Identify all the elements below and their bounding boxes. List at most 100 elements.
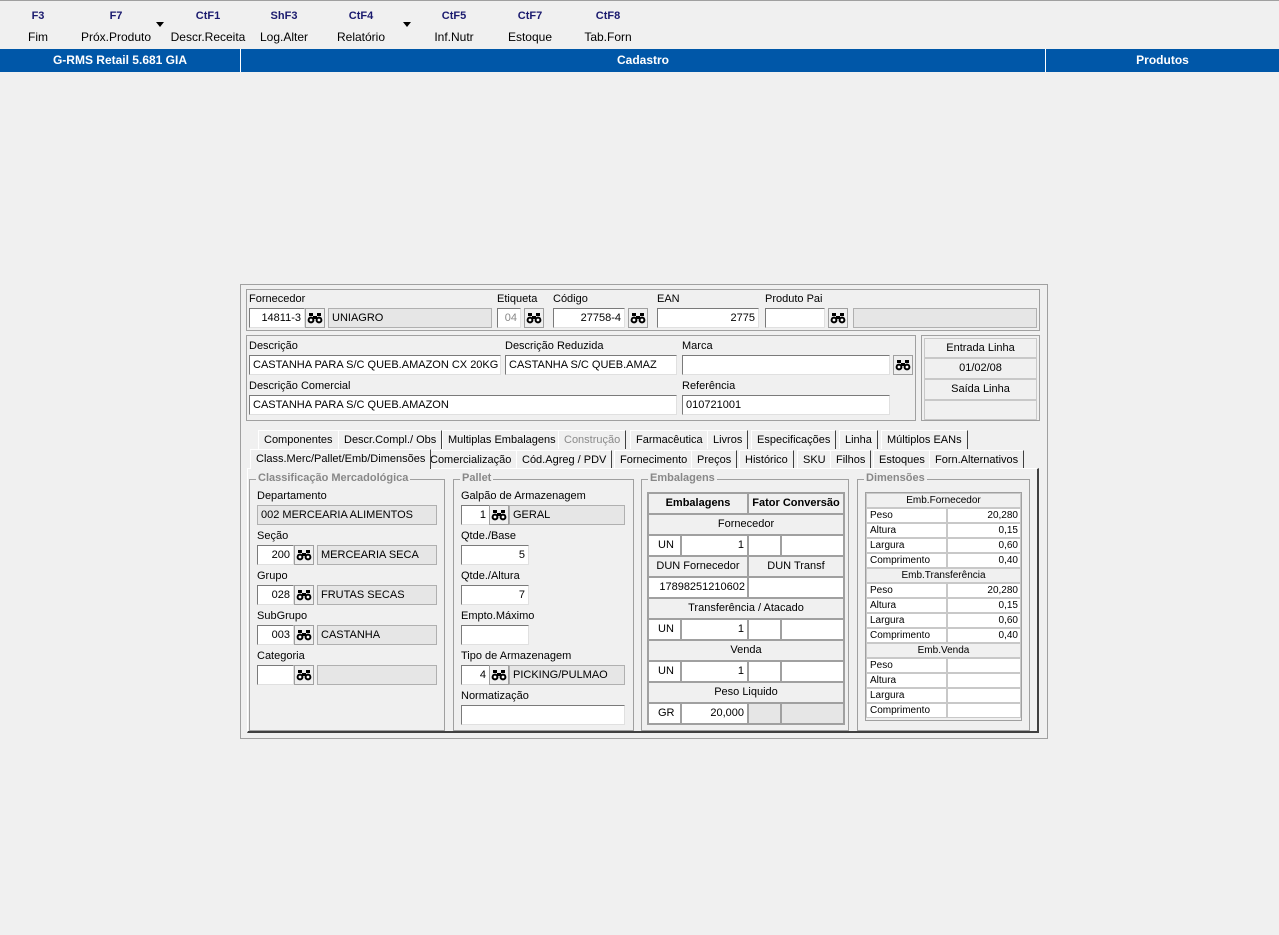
tipo-armazenagem-code-input[interactable]: 4 [461, 665, 490, 685]
dim-row[interactable]: Comprimento 0,40 [866, 628, 1021, 643]
tab-cod-agreg-pdv[interactable]: Cód.Agreg / PDV [516, 450, 613, 469]
dim-row[interactable]: Altura 0,15 [866, 523, 1021, 538]
secao-search-icon[interactable] [294, 545, 314, 565]
dim-row[interactable]: Comprimento [866, 703, 1021, 718]
ean-input[interactable]: 2775 [657, 308, 759, 328]
dim-value[interactable] [947, 673, 1021, 688]
referencia-input[interactable]: 010721001 [682, 395, 890, 415]
tab-multiplos-eans[interactable]: Múltiplos EANs [881, 430, 968, 449]
dim-value[interactable]: 0,15 [947, 523, 1021, 538]
fornecedor-qty-cell[interactable]: 1 [681, 535, 748, 556]
venda-unit-cell[interactable]: UN [648, 661, 681, 682]
secao-code-input[interactable]: 200 [257, 545, 294, 565]
tab-sku[interactable]: SKU [797, 450, 832, 469]
tab-comercializacao[interactable]: Comercialização [424, 450, 518, 469]
marca-input[interactable] [682, 355, 890, 375]
codigo-search-icon[interactable] [628, 308, 648, 328]
codigo-input[interactable]: 27758-4 [553, 308, 625, 328]
dim-row[interactable]: Largura 0,60 [866, 538, 1021, 553]
dim-value[interactable]: 0,40 [947, 628, 1021, 643]
produto-pai-input[interactable] [765, 308, 825, 328]
toolbar-button-relatorio[interactable]: CtF4 Relatório [332, 9, 390, 45]
galpao-code-input[interactable]: 1 [461, 505, 490, 525]
tab-precos[interactable]: Preços [691, 450, 738, 469]
venda-fator-cell-2[interactable] [781, 661, 844, 682]
grupo-search-icon[interactable] [294, 585, 314, 605]
tab-multiplas-embalagens[interactable]: Multiplas Embalagens [442, 430, 562, 449]
fornecedor-fator-cell[interactable] [748, 535, 781, 556]
tab-class-merc-pallet[interactable]: Class.Merc/Pallet/Emb/Dimensões [250, 449, 432, 469]
toolbar-button-prox-produto[interactable]: F7 Próx.Produto [78, 9, 154, 45]
dim-row[interactable]: Peso 20,280 [866, 508, 1021, 523]
dim-value[interactable]: 0,40 [947, 553, 1021, 568]
tab-farmaceutica[interactable]: Farmacêutica [630, 430, 709, 449]
transferencia-qty-cell[interactable]: 1 [681, 619, 748, 640]
fornecedor-unit-cell[interactable]: UN [648, 535, 681, 556]
relatorio-dropdown-arrow-icon[interactable] [403, 22, 411, 27]
prox-produto-dropdown-arrow-icon[interactable] [156, 22, 164, 27]
dim-row[interactable]: Largura [866, 688, 1021, 703]
qtde-altura-input[interactable]: 7 [461, 585, 529, 605]
fornecedor-code-input[interactable]: 14811-3 [249, 308, 305, 328]
etiqueta-search-icon[interactable] [524, 308, 544, 328]
dim-value[interactable]: 20,280 [947, 508, 1021, 523]
tab-filhos[interactable]: Filhos [830, 450, 872, 469]
normatizacao-input[interactable] [461, 705, 625, 725]
tab-componentes[interactable]: Componentes [258, 430, 339, 449]
tab-estoques[interactable]: Estoques [873, 450, 931, 469]
toolbar-button-inf-nutr[interactable]: CtF5 Inf.Nutr [428, 9, 480, 45]
dim-row[interactable]: Altura 0,15 [866, 598, 1021, 613]
dim-row[interactable]: Largura 0,60 [866, 613, 1021, 628]
toolbar-button-log-alter[interactable]: ShF3 Log.Alter [256, 9, 312, 45]
dim-value[interactable]: 0,60 [947, 613, 1021, 628]
tab-forn-alternativos[interactable]: Forn.Alternativos [929, 450, 1025, 469]
categoria-search-icon[interactable] [294, 665, 314, 685]
grupo-code-input[interactable]: 028 [257, 585, 294, 605]
toolbar-button-estoque[interactable]: CtF7 Estoque [504, 9, 556, 45]
tipo-armazenagem-search-icon[interactable] [489, 665, 509, 685]
galpao-search-icon[interactable] [489, 505, 509, 525]
dun-transf-input[interactable] [748, 577, 844, 598]
dim-row[interactable]: Peso 20,280 [866, 583, 1021, 598]
produto-pai-search-icon[interactable] [828, 308, 848, 328]
tab-construcao[interactable]: Construção [558, 430, 627, 449]
subgrupo-search-icon[interactable] [294, 625, 314, 645]
dim-row[interactable]: Comprimento 0,40 [866, 553, 1021, 568]
fornecedor-fator-cell-2[interactable] [781, 535, 844, 556]
tab-especificacoes[interactable]: Especificações [751, 430, 837, 449]
peso-unit-cell[interactable]: GR [648, 703, 681, 724]
peso-qty-cell[interactable]: 20,000 [681, 703, 748, 724]
dim-row[interactable]: Peso [866, 658, 1021, 673]
venda-fator-cell[interactable] [748, 661, 781, 682]
empto-maximo-input[interactable] [461, 625, 529, 645]
marca-search-icon[interactable] [893, 355, 913, 375]
qtde-base-input[interactable]: 5 [461, 545, 529, 565]
toolbar-button-tab-forn[interactable]: CtF8 Tab.Forn [580, 9, 636, 45]
toolbar-button-fim[interactable]: F3 Fim [20, 9, 56, 45]
etiqueta-input[interactable]: 04 [497, 308, 521, 328]
transferencia-unit-cell[interactable]: UN [648, 619, 681, 640]
dim-value[interactable] [947, 688, 1021, 703]
fornecedor-search-icon[interactable] [305, 308, 325, 328]
dim-value[interactable]: 0,15 [947, 598, 1021, 613]
tab-historico[interactable]: Histórico [739, 450, 794, 469]
descricao-reduzida-input[interactable]: CASTANHA S/C QUEB.AMAZ [505, 355, 677, 375]
dim-value[interactable]: 20,280 [947, 583, 1021, 598]
venda-qty-cell[interactable]: 1 [681, 661, 748, 682]
dim-value[interactable] [947, 703, 1021, 718]
transferencia-fator-cell[interactable] [748, 619, 781, 640]
descricao-comercial-input[interactable]: CASTANHA PARA S/C QUEB.AMAZON [249, 395, 677, 415]
dun-fornecedor-input[interactable]: 17898251210602 [648, 577, 748, 598]
toolbar-button-descr-receita[interactable]: CtF1 Descr.Receita [170, 9, 246, 45]
dim-row[interactable]: Altura [866, 673, 1021, 688]
tab-linha[interactable]: Linha [839, 430, 878, 449]
tab-fornecimento[interactable]: Fornecimento [614, 450, 694, 469]
dim-value[interactable] [947, 658, 1021, 673]
tab-livros[interactable]: Livros [707, 430, 749, 449]
tab-descr-compl-obs[interactable]: Descr.Compl./ Obs [338, 430, 443, 449]
transferencia-fator-cell-2[interactable] [781, 619, 844, 640]
categoria-code-input[interactable] [257, 665, 294, 685]
dim-value[interactable]: 0,60 [947, 538, 1021, 553]
descricao-input[interactable]: CASTANHA PARA S/C QUEB.AMAZON CX 20KG [249, 355, 501, 375]
subgrupo-code-input[interactable]: 003 [257, 625, 294, 645]
